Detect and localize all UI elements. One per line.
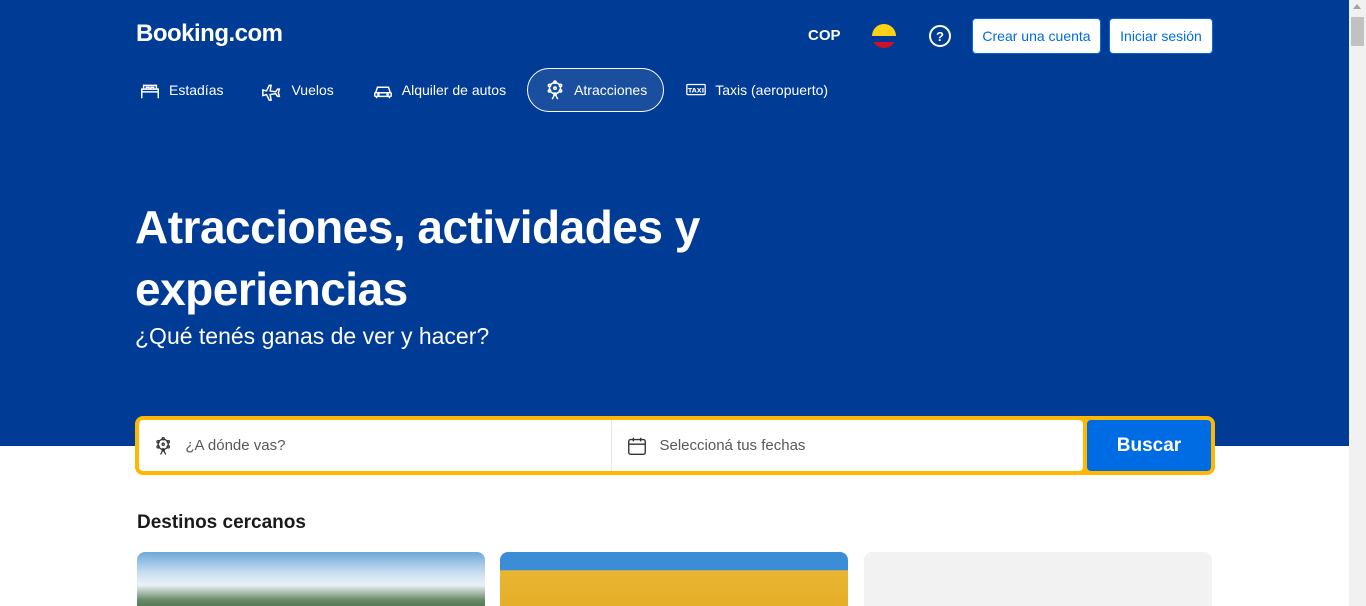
svg-text:TAXI: TAXI [688, 86, 704, 94]
page-subtitle: ¿Qué tenés ganas de ver y hacer? [135, 323, 490, 349]
bed-icon [141, 84, 159, 99]
destination-input[interactable] [185, 437, 597, 454]
scrollbar-thumb[interactable] [1351, 17, 1364, 46]
search-button[interactable]: Buscar [1087, 420, 1211, 471]
car-icon [373, 86, 392, 99]
search-bar: Seleccioná tus fechas Buscar [135, 416, 1215, 475]
nav-label: Atracciones [574, 82, 648, 98]
section-title: Destinos cercanos [137, 512, 306, 533]
plane-icon [262, 84, 281, 101]
nav-item-stays[interactable]: Estadías [122, 68, 240, 112]
dates-field[interactable]: Seleccioná tus fechas [611, 420, 1083, 471]
ferris-wheel-icon [547, 80, 563, 100]
ferris-wheel-icon [156, 436, 171, 455]
colombia-flag-icon[interactable] [872, 24, 896, 48]
destination-card[interactable] [864, 552, 1212, 606]
question-circle-icon[interactable]: ? [929, 25, 951, 47]
nav-item-attractions[interactable]: Atracciones [527, 68, 665, 112]
nav-item-car-rental[interactable]: Alquiler de autos [355, 68, 523, 112]
scroll-up-arrow-icon[interactable] [1353, 4, 1361, 9]
destination-field[interactable] [139, 420, 612, 471]
nav-item-airport-taxis[interactable]: TAXI Taxis (aeropuerto) [668, 68, 845, 112]
register-button[interactable]: Crear una cuenta [972, 18, 1101, 54]
taxi-icon: TAXI [686, 83, 707, 96]
page-title: Atracciones, actividades y experiencias [135, 201, 700, 315]
nav-label: Alquiler de autos [401, 82, 507, 98]
destination-card[interactable] [500, 552, 848, 606]
dates-placeholder: Seleccioná tus fechas [659, 437, 806, 454]
currency-selector[interactable]: COP [808, 27, 841, 44]
login-button[interactable]: Iniciar sesión [1109, 18, 1213, 54]
nav-label: Estadías [169, 82, 224, 98]
booking-logo[interactable]: Booking.com [136, 20, 283, 48]
nav-label: Vuelos [291, 82, 334, 98]
scrollbar[interactable] [1349, 0, 1366, 606]
nav-label: Taxis (aeropuerto) [715, 82, 829, 98]
main-nav: Estadías Vuelos Alquiler de autos Atracc… [122, 68, 845, 112]
calendar-icon [627, 437, 646, 455]
destination-card[interactable] [137, 552, 485, 606]
nav-item-flights[interactable]: Vuelos [244, 68, 350, 112]
